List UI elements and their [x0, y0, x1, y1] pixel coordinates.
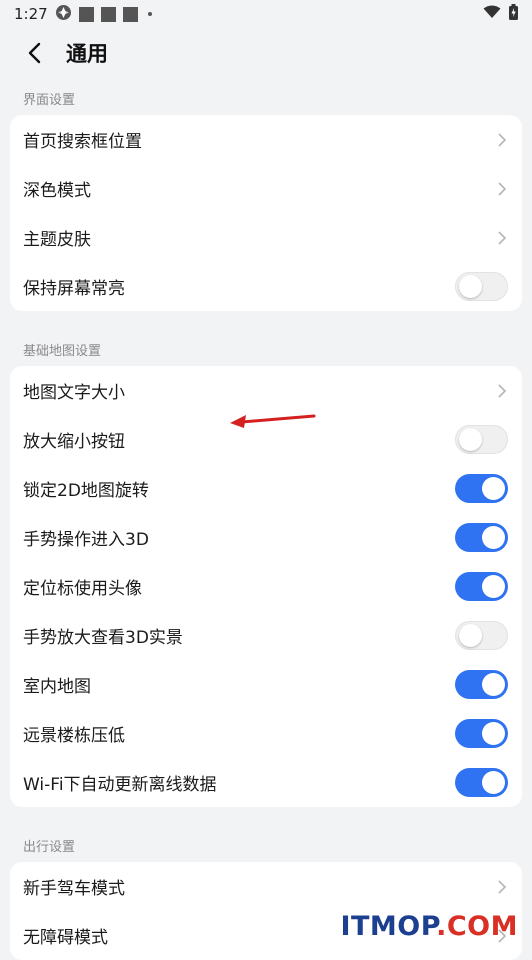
settings-row[interactable]: 首页搜索框位置: [10, 115, 522, 164]
settings-card-map: 地图文字大小 放大缩小按钮 锁定2D地图旋转 手势操作进入3D 定位标使用头像 …: [10, 366, 522, 807]
status-bar: 1:27: [0, 0, 532, 28]
settings-row: Wi-Fi下自动更新离线数据: [10, 758, 522, 807]
row-label: 无障碍模式: [23, 928, 108, 948]
row-label: 放大缩小按钮: [23, 432, 125, 452]
indoor-map-toggle[interactable]: [455, 670, 508, 699]
toggle-knob: [459, 624, 482, 647]
toggle-knob: [482, 526, 505, 549]
lock-2d-rotation-toggle[interactable]: [455, 474, 508, 503]
row-label: 室内地图: [23, 677, 91, 697]
row-label: 主题皮肤: [23, 230, 91, 250]
chevron-right-icon: [498, 132, 507, 147]
gesture-3d-street-view-toggle[interactable]: [455, 621, 508, 650]
settings-row: 远景楼栋压低: [10, 709, 522, 758]
row-label: 地图文字大小: [23, 383, 125, 403]
chevron-right-icon: [498, 181, 507, 196]
notification-icon: [100, 6, 116, 22]
row-label: 新手驾车模式: [23, 879, 125, 899]
gesture-3d-toggle[interactable]: [455, 523, 508, 552]
nav-bar: 通用: [0, 30, 532, 76]
wifi-icon: [483, 5, 501, 23]
page-title: 通用: [66, 42, 108, 66]
row-label: 定位标使用头像: [23, 579, 142, 599]
settings-row[interactable]: 深色模式: [10, 164, 522, 213]
section-title: 出行设置: [23, 840, 76, 855]
app-notification-icon: [55, 4, 72, 25]
settings-row: 保持屏幕常亮: [10, 262, 522, 311]
zoom-buttons-toggle[interactable]: [455, 425, 508, 454]
status-time: 1:27: [14, 5, 48, 23]
settings-row[interactable]: 地图文字大小: [10, 366, 522, 415]
row-label: 首页搜索框位置: [23, 132, 142, 152]
settings-row[interactable]: 新手驾车模式: [10, 862, 522, 911]
chevron-right-icon: [498, 230, 507, 245]
keep-screen-on-toggle[interactable]: [455, 272, 508, 301]
toggle-knob: [482, 673, 505, 696]
row-label: 手势放大查看3D实景: [23, 628, 183, 648]
battery-icon: [509, 4, 518, 24]
settings-row: 室内地图: [10, 660, 522, 709]
row-label: 深色模式: [23, 181, 91, 201]
section-title: 基础地图设置: [23, 344, 102, 359]
settings-card-interface: 首页搜索框位置 深色模式 主题皮肤 保持屏幕常亮: [10, 115, 522, 311]
notification-icon: [78, 6, 94, 22]
settings-row: 定位标使用头像: [10, 562, 522, 611]
toggle-knob: [482, 575, 505, 598]
settings-row: 手势放大查看3D实景: [10, 611, 522, 660]
settings-row: 锁定2D地图旋转: [10, 464, 522, 513]
toggle-knob: [459, 275, 482, 298]
settings-row[interactable]: 主题皮肤: [10, 213, 522, 262]
watermark-logo: ITMOP.COM: [340, 911, 518, 942]
toggle-knob: [482, 722, 505, 745]
row-label: Wi-Fi下自动更新离线数据: [23, 775, 217, 795]
toggle-knob: [482, 771, 505, 794]
annotation-arrow-icon: [230, 414, 316, 428]
notification-icon: [122, 6, 138, 22]
back-arrow-icon[interactable]: [22, 41, 46, 65]
toggle-knob: [482, 477, 505, 500]
lower-distant-buildings-toggle[interactable]: [455, 719, 508, 748]
row-label: 远景楼栋压低: [23, 726, 125, 746]
avatar-locator-toggle[interactable]: [455, 572, 508, 601]
row-label: 锁定2D地图旋转: [23, 481, 149, 501]
row-label: 手势操作进入3D: [23, 530, 149, 550]
chevron-right-icon: [498, 383, 507, 398]
wifi-offline-update-toggle[interactable]: [455, 768, 508, 797]
more-notifications-icon: [147, 12, 152, 16]
toggle-knob: [459, 428, 482, 451]
chevron-right-icon: [498, 879, 507, 894]
row-label: 保持屏幕常亮: [23, 279, 125, 299]
section-title: 界面设置: [23, 93, 76, 108]
settings-row: 手势操作进入3D: [10, 513, 522, 562]
